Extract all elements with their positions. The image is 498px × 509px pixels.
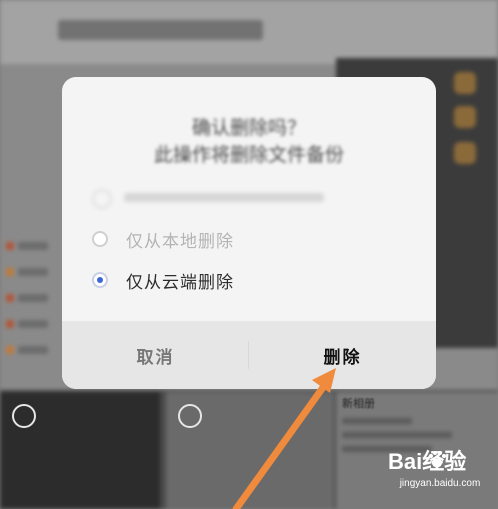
select-circle-icon	[178, 404, 202, 428]
background-left-list	[0, 220, 62, 390]
background-list-icon	[6, 268, 14, 276]
background-info-line	[342, 418, 412, 424]
option-label-local: 仅从本地删除	[126, 231, 234, 252]
background-list-icon	[6, 242, 14, 250]
background-tile	[454, 72, 476, 94]
faded-option-text-blur	[124, 193, 324, 202]
background-list-icon	[6, 320, 14, 328]
delete-confirm-dialog: 确认删除吗？ 此操作将删除文件备份 仅从本地删除 仅从云端删除 取消 删除	[62, 77, 436, 389]
checkbox-icon	[92, 189, 112, 209]
background-list-row	[18, 242, 48, 250]
baidu-jingyan-watermark: Bai经验 jingyan.baidu.com	[388, 446, 492, 496]
radio-checked-icon[interactable]	[92, 272, 108, 288]
dialog-title: 确认删除吗？ 此操作将删除文件备份	[153, 117, 344, 166]
option-delete-local[interactable]: 仅从本地删除	[92, 226, 392, 252]
background-info-line	[342, 432, 452, 438]
select-circle-icon	[12, 404, 36, 428]
background-list-row	[18, 294, 48, 302]
dialog-button-bar: 取消 删除	[62, 321, 436, 389]
baidu-logo-icon: Bai经验	[388, 449, 466, 474]
delete-button[interactable]: 删除	[249, 321, 436, 389]
watermark-url: jingyan.baidu.com	[399, 478, 481, 489]
background-info-title: 新相册	[342, 397, 375, 410]
background-tile	[454, 142, 476, 164]
background-list-icon	[6, 294, 14, 302]
option-label-cloud: 仅从云端删除	[126, 272, 234, 293]
background-list-icon	[6, 346, 14, 354]
background-list-row	[18, 346, 48, 354]
watermark-brand-text: Bai经验	[388, 449, 466, 474]
background-title-blur	[58, 20, 263, 40]
cancel-button[interactable]: 取消	[62, 321, 249, 389]
background-list-row	[18, 320, 48, 328]
faded-option-blur	[92, 187, 324, 209]
option-delete-cloud[interactable]: 仅从云端删除	[92, 267, 392, 293]
radio-unchecked-icon[interactable]	[92, 231, 108, 247]
background-tile	[454, 106, 476, 128]
background-list-row	[18, 268, 48, 276]
background-header	[0, 0, 498, 64]
